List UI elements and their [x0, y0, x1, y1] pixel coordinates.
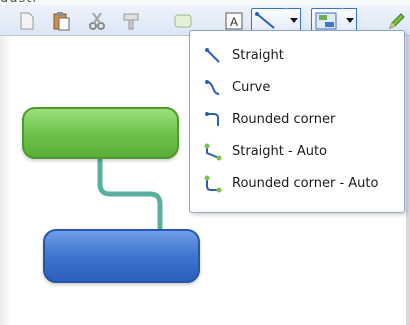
menu-item-label: Curve — [232, 80, 271, 95]
green-rounded-shape[interactable] — [22, 107, 179, 159]
menu-item-rounded-corner[interactable]: Rounded corner — [190, 105, 404, 135]
connector-menu: Straight Curve Rounded corner Straight -… — [189, 30, 405, 213]
menu-item-rounded-corner-auto[interactable]: Rounded corner - Auto — [190, 169, 404, 199]
rounded-corner-connector-icon — [204, 111, 222, 133]
menu-item-label: Rounded corner - Auto — [232, 176, 379, 191]
right-scroll-edge — [406, 36, 410, 325]
menu-item-straight[interactable]: Straight — [190, 41, 404, 71]
menu-item-curve[interactable]: Curve — [190, 73, 404, 103]
menu-item-label: Straight — [232, 48, 284, 63]
rounded-corner-auto-connector-icon — [204, 175, 222, 197]
menu-item-label: Straight - Auto — [232, 144, 327, 159]
blue-rounded-shape[interactable] — [43, 229, 200, 283]
menu-item-label: Rounded corner — [232, 112, 336, 127]
straight-auto-connector-icon — [204, 143, 222, 165]
curve-connector-icon — [204, 79, 222, 101]
straight-connector-icon — [204, 47, 222, 69]
menu-item-straight-auto[interactable]: Straight - Auto — [190, 137, 404, 167]
